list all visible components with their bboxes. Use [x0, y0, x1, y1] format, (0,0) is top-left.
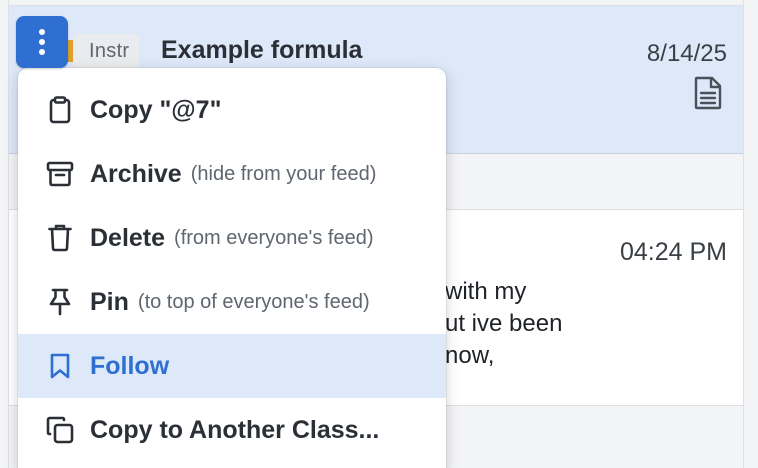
more-vertical-icon: [39, 29, 45, 55]
menu-item-follow[interactable]: Follow: [18, 334, 446, 398]
menu-item-hint: (to top of everyone's feed): [137, 290, 370, 313]
instructor-badge-label: Instr: [89, 39, 130, 62]
menu-item-delete[interactable]: Delete (from everyone's feed): [18, 206, 446, 270]
pin-icon: [46, 288, 74, 316]
menu-item-hint: (hide from your feed): [190, 162, 377, 185]
post-actions-menu: Copy "@7" Archive (hide from your feed): [18, 68, 446, 468]
clipboard-icon: [46, 96, 74, 124]
post-date: 8/14/25: [646, 40, 727, 67]
post-excerpt: with my ut ive been now,: [445, 276, 562, 372]
menu-item-copy-reference[interactable]: Copy "@7": [18, 78, 446, 142]
more-options-button[interactable]: [16, 16, 68, 68]
menu-item-archive[interactable]: Archive (hide from your feed): [18, 142, 446, 206]
post-time: 04:24 PM: [619, 238, 727, 266]
post-excerpt-line: ut ive been: [445, 310, 563, 337]
trash-icon: [46, 224, 74, 252]
post-excerpt-line: now,: [445, 342, 495, 369]
menu-item-label: Copy "@7": [90, 95, 222, 124]
copy-icon: [46, 416, 74, 444]
screen: Instr Example formula 8/14/25 04:24 PM w…: [0, 0, 758, 468]
post-excerpt-line: with my: [445, 278, 527, 305]
menu-item-label: Copy to Another Class...: [90, 415, 380, 444]
menu-item-pin[interactable]: Pin (to top of everyone's feed): [18, 270, 446, 334]
menu-item-label: Delete: [90, 223, 166, 252]
menu-item-hint: (from everyone's feed): [174, 226, 374, 249]
menu-item-label: Follow: [90, 351, 170, 380]
post-title: Example formula: [161, 36, 363, 64]
menu-item-label: Pin: [90, 287, 129, 316]
bookmark-icon: [46, 352, 74, 380]
archive-icon: [46, 160, 74, 188]
menu-item-label: Archive: [90, 159, 182, 188]
menu-item-copy-to-class[interactable]: Copy to Another Class...: [18, 398, 446, 462]
instructor-badge: Instr: [73, 34, 140, 68]
document-icon: [694, 76, 722, 110]
